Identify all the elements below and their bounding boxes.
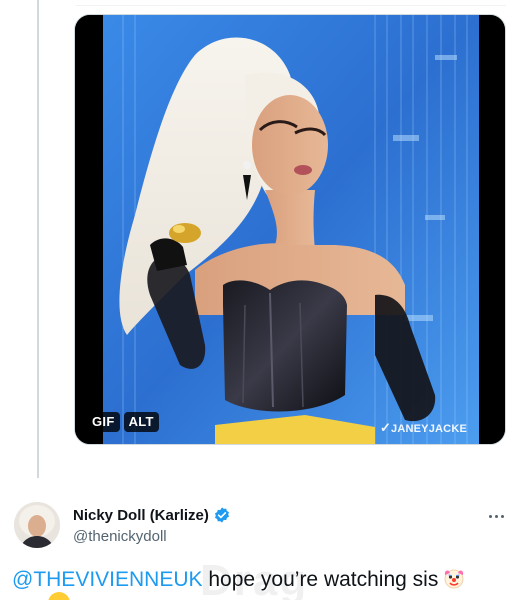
watermark-text: JANEYJACKE bbox=[391, 423, 467, 435]
alt-text-badge[interactable]: ALT bbox=[123, 412, 159, 432]
media-watermark: ✓JANEYJACKE bbox=[380, 420, 467, 436]
watermark-logo-icon: ✓ bbox=[379, 420, 392, 435]
more-options-icon[interactable] bbox=[484, 506, 508, 526]
author-row[interactable]: Nicky Doll (Karlize) bbox=[73, 506, 231, 524]
gif-media-card[interactable]: GIF ALT ✓JANEYJACKE bbox=[74, 14, 506, 445]
media-badges: GIF ALT bbox=[87, 412, 159, 432]
gif-frame-image bbox=[75, 15, 505, 444]
divider bbox=[76, 0, 506, 6]
gif-badge: GIF bbox=[87, 412, 120, 432]
avatar[interactable] bbox=[14, 502, 60, 548]
tweet-thread-view: GIF ALT ✓JANEYJACKE Nicky Doll (Karlize)… bbox=[0, 0, 521, 600]
emoji-partial-icon bbox=[48, 592, 70, 600]
thread-connector-line bbox=[37, 0, 39, 478]
clown-face-icon bbox=[444, 569, 464, 589]
verified-badge-icon bbox=[214, 507, 229, 523]
mention-link[interactable]: @THEVIVIENNEUK bbox=[12, 568, 203, 591]
author-handle[interactable]: @thenickydoll bbox=[73, 528, 167, 545]
tweet-body: hope you’re watching sis bbox=[202, 568, 439, 591]
tweet-text: @THEVIVIENNEUK hope you’re watching sis bbox=[12, 566, 466, 593]
author-name[interactable]: Nicky Doll (Karlize) bbox=[73, 507, 209, 524]
